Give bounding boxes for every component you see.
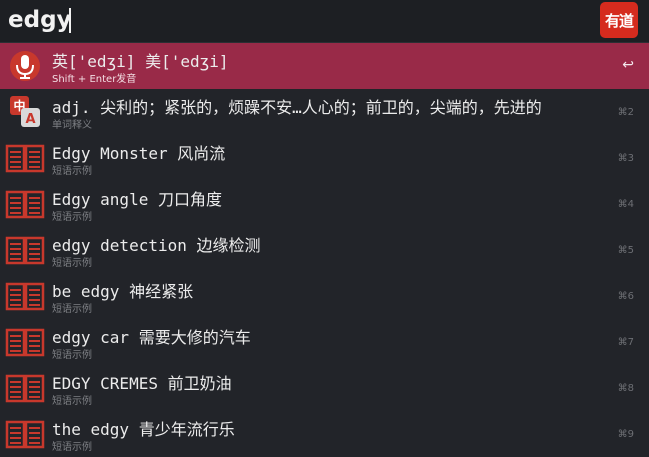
result-title: the edgy 青少年流行乐 (52, 420, 235, 439)
result-row-phrase[interactable]: EDGY CREMES 前卫奶油 短语示例 ⌘8 (0, 365, 649, 411)
shortcut-hint: ⌘5 (617, 245, 634, 256)
result-row-phrase[interactable]: be edgy 神经紧张 短语示例 ⌘6 (0, 273, 649, 319)
result-title: Edgy Monster 风尚流 (52, 144, 226, 163)
result-title: 英['edʒi] 美['edʒi] (52, 52, 229, 71)
book-icon (5, 144, 45, 173)
result-row-pronunciation[interactable]: 英['edʒi] 美['edʒi] Shift + Enter发音 ↩ (0, 43, 649, 89)
result-row-phrase[interactable]: Edgy Monster 风尚流 短语示例 ⌘3 (0, 135, 649, 181)
shortcut-hint: ⌘7 (617, 337, 634, 348)
shortcut-hint: ⌘3 (617, 153, 634, 164)
result-subtitle: 短语示例 (52, 166, 92, 177)
result-subtitle: 短语示例 (52, 396, 92, 407)
result-subtitle: 短语示例 (52, 258, 92, 269)
result-title: adj. 尖利的；紧张的，烦躁不安…人心的；前卫的，尖端的，先进的 (52, 98, 542, 117)
result-subtitle: 单词释义 (52, 120, 92, 131)
text-caret (69, 8, 71, 33)
shortcut-hint: ⌘2 (617, 107, 634, 118)
result-subtitle: 短语示例 (52, 442, 92, 453)
youdao-logo: 有道 (600, 2, 638, 38)
result-subtitle: 短语示例 (52, 350, 92, 361)
result-row-phrase[interactable]: the edgy 青少年流行乐 短语示例 ⌘9 (0, 411, 649, 457)
shortcut-hint: ⌘4 (617, 199, 634, 210)
translate-icon: 中 A (10, 96, 40, 127)
result-row-phrase[interactable]: edgy detection 边缘检测 短语示例 ⌘5 (0, 227, 649, 273)
return-key-hint: ↩ (622, 57, 634, 73)
book-icon (5, 282, 45, 311)
result-title: Edgy angle 刀口角度 (52, 190, 222, 209)
result-title: edgy car 需要大修的汽车 (52, 328, 251, 347)
result-subtitle: 短语示例 (52, 212, 92, 223)
shortcut-hint: ⌘6 (617, 291, 634, 302)
result-subtitle: Shift + Enter发音 (52, 74, 137, 85)
book-icon (5, 374, 45, 403)
result-title: edgy detection 边缘检测 (52, 236, 261, 255)
result-title: EDGY CREMES 前卫奶油 (52, 374, 232, 393)
svg-text:A: A (25, 112, 35, 127)
book-icon (5, 236, 45, 265)
search-input[interactable] (8, 4, 568, 36)
microphone-icon (10, 51, 40, 81)
book-icon (5, 420, 45, 449)
result-row-phrase[interactable]: edgy car 需要大修的汽车 短语示例 ⌘7 (0, 319, 649, 365)
result-row-phrase[interactable]: Edgy angle 刀口角度 短语示例 ⌘4 (0, 181, 649, 227)
result-row-definition[interactable]: 中 A adj. 尖利的；紧张的，烦躁不安…人心的；前卫的，尖端的，先进的 单词… (0, 89, 649, 135)
result-title: be edgy 神经紧张 (52, 282, 194, 301)
book-icon (5, 190, 45, 219)
book-icon (5, 328, 45, 357)
results-list: 英['edʒi] 美['edʒi] Shift + Enter发音 ↩ 中 A … (0, 43, 649, 457)
shortcut-hint: ⌘8 (617, 383, 634, 394)
shortcut-hint: ⌘9 (617, 429, 634, 440)
result-subtitle: 短语示例 (52, 304, 92, 315)
search-bar: 有道 (0, 0, 649, 43)
